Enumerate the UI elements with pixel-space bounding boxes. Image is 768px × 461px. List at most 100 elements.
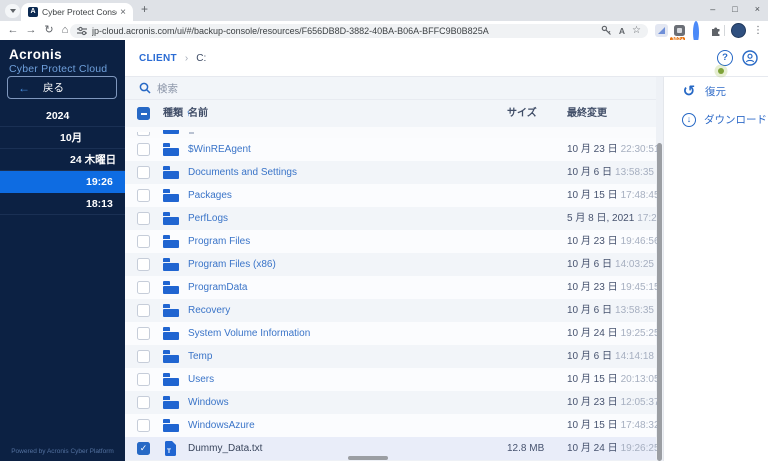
browser-tab-strip: A Cyber Protect Console × + – □ × — [0, 0, 768, 21]
folder-icon — [163, 396, 179, 409]
row-modified: 10 月 6 日 13:58:35 — [567, 167, 654, 178]
window-maximize-button[interactable]: □ — [732, 0, 737, 19]
table-row[interactable]: Documents and Settings 10 月 6 日 13:58:35 — [125, 161, 656, 184]
table-row[interactable]: $WinREAgent 10 月 23 日 22:30:51 — [125, 138, 660, 161]
file-icon: T — [165, 441, 176, 456]
table-row[interactable]: Program Files 10 月 23 日 19:46:56 — [125, 230, 660, 253]
row-name[interactable]: $WinREAgent — [188, 138, 251, 161]
table-row[interactable]: WindowsAzure 10 月 15 日 17:48:32 — [125, 414, 660, 437]
help-icon[interactable]: ? — [717, 50, 733, 66]
table-row[interactable]: Recovery 10 月 6 日 13:58:35 — [125, 299, 656, 322]
row-checkbox[interactable] — [137, 212, 150, 225]
column-size[interactable]: サイズ — [507, 100, 537, 127]
row-checkbox[interactable] — [137, 143, 150, 156]
row-name[interactable]: ProgramData — [188, 276, 247, 299]
back-button[interactable]: ← 戻る — [7, 76, 117, 99]
column-name[interactable]: 名前 — [188, 100, 208, 127]
table-row[interactable]: Windows 10 月 23 日 12:05:37 — [125, 391, 660, 414]
table-row[interactable]: ProgramData 10 月 23 日 19:45:15 — [125, 276, 660, 299]
table-row[interactable]: Users 10 月 15 日 20:13:05 — [125, 368, 660, 391]
row-checkbox[interactable] — [137, 373, 150, 386]
table-row[interactable]: Packages 10 月 15 日 17:48:45 — [125, 184, 660, 207]
row-checkbox[interactable] — [137, 258, 150, 271]
row-name[interactable]: Documents and Settings — [188, 161, 297, 184]
row-name[interactable]: Users — [188, 368, 214, 391]
row-name[interactable]: Program Files — [188, 230, 250, 253]
row-checkbox[interactable] — [137, 235, 150, 248]
row-name[interactable]: Program Files (x86) — [188, 253, 276, 276]
tree-item[interactable]: 18:13 — [0, 193, 125, 215]
tree-item[interactable]: 19:26 — [0, 171, 125, 193]
column-modified[interactable]: 最終変更 — [567, 100, 607, 127]
row-checkbox[interactable] — [137, 350, 150, 363]
breadcrumb-client-link[interactable]: CLIENT — [139, 53, 177, 64]
row-name[interactable]: Packages — [188, 184, 232, 207]
bookmark-star-icon[interactable]: ☆ — [632, 25, 641, 36]
row-checkbox[interactable] — [137, 166, 150, 179]
brand-product: Cyber Protect Cloud — [9, 63, 108, 75]
account-icon[interactable] — [742, 50, 758, 66]
profile-avatar[interactable] — [731, 23, 746, 38]
row-name[interactable]: Dummy_Data.txt — [188, 437, 262, 460]
search-bar[interactable]: 検索 — [125, 77, 656, 100]
folder-icon — [163, 235, 179, 248]
acronis-logo: Acronis Cyber Protect Cloud — [0, 40, 125, 75]
translate-icon[interactable]: A — [619, 26, 625, 36]
restore-action[interactable]: ↺ 復元 — [664, 83, 768, 100]
screen: A Cyber Protect Console × + – □ × ← → ↻ … — [0, 0, 768, 461]
search-icon — [139, 82, 151, 94]
table-row-clipped[interactable] — [125, 127, 656, 138]
tree-item[interactable]: 24 木曜日 — [0, 149, 125, 171]
folder-icon — [163, 189, 179, 202]
acronis-favicon: A — [28, 7, 38, 17]
browser-toolbar: ← → ↻ ⌂ jp-cloud.acronis.com/ui/#/backup… — [0, 21, 768, 44]
row-name[interactable]: WindowsAzure — [188, 414, 255, 437]
row-checkbox[interactable] — [137, 189, 150, 202]
site-settings-icon[interactable] — [77, 26, 87, 36]
back-icon[interactable]: ← — [6, 21, 20, 40]
url-bar[interactable]: jp-cloud.acronis.com/ui/#/backup-console… — [70, 23, 648, 38]
browser-tab[interactable]: A Cyber Protect Console × — [21, 3, 133, 21]
file-table-body: $WinREAgent 10 月 23 日 22:30:51 Documents an… — [125, 138, 676, 461]
password-key-icon[interactable] — [601, 25, 612, 36]
vertical-scrollbar[interactable] — [657, 143, 662, 461]
tree-item[interactable]: 2024 — [0, 105, 125, 127]
window-close-button[interactable]: × — [755, 0, 760, 19]
reload-icon[interactable]: ↻ — [42, 21, 56, 40]
row-name[interactable]: Windows — [188, 391, 229, 414]
row-checkbox[interactable] — [137, 281, 150, 294]
tab-search-chevron-icon[interactable] — [5, 4, 20, 18]
new-tab-button[interactable]: + — [141, 2, 148, 16]
table-row[interactable]: ✓ T Dummy_Data.txt 12.8 MB 10 月 24 日 19:26:25 — [125, 437, 660, 460]
row-name[interactable]: Recovery — [188, 299, 230, 322]
horizontal-scrollbar[interactable] — [348, 456, 388, 460]
window-minimize-button[interactable]: – — [710, 0, 715, 19]
row-checkbox[interactable] — [137, 419, 150, 432]
url-text[interactable]: jp-cloud.acronis.com/ui/#/backup-console… — [92, 26, 594, 36]
breadcrumb-chevron-icon: › — [184, 52, 189, 64]
row-name[interactable]: Temp — [188, 345, 212, 368]
powered-by-footer: Powered by Acronis Cyber Platform — [11, 448, 114, 455]
table-row[interactable]: Temp 10 月 6 日 14:14:18 — [125, 345, 656, 368]
download-action[interactable]: ↓ ダウンロード — [664, 111, 768, 128]
action-label: ダウンロード — [704, 114, 767, 126]
row-checkbox[interactable] — [137, 396, 150, 409]
table-header: 種類 ↑ 名前 サイズ 最終変更 — [125, 100, 656, 127]
select-all-checkbox[interactable] — [137, 107, 150, 120]
row-checkbox[interactable]: ✓ — [137, 442, 150, 455]
row-name[interactable]: PerfLogs — [188, 207, 228, 230]
row-modified: 10 月 15 日 20:13:05 — [567, 374, 660, 385]
table-row[interactable]: System Volume Information 10 月 24 日 19:25:… — [125, 322, 660, 345]
tree-item[interactable]: 10月 — [0, 127, 125, 149]
row-checkbox[interactable] — [137, 304, 150, 317]
column-type[interactable]: 種類 ↑ — [163, 100, 191, 127]
toolbar-divider — [724, 25, 725, 36]
forward-icon[interactable]: → — [24, 21, 38, 40]
row-name[interactable]: System Volume Information — [188, 322, 310, 345]
table-row[interactable]: Program Files (x86) 10 月 6 日 14:03:25 — [125, 253, 656, 276]
tab-close-icon[interactable]: × — [120, 7, 126, 18]
folder-icon — [163, 166, 179, 179]
table-row[interactable]: PerfLogs5 月 8 日, 202117:20:24 — [125, 207, 676, 230]
row-checkbox[interactable] — [137, 327, 150, 340]
browser-menu-icon[interactable]: ⋮ — [753, 21, 763, 40]
